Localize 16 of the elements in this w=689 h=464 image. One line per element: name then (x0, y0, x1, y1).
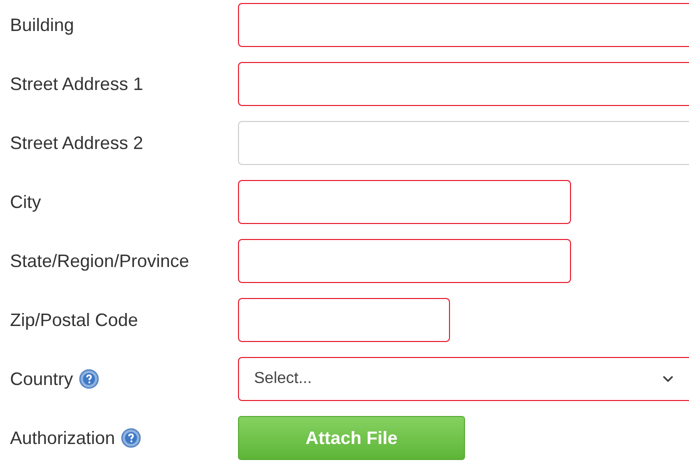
field-label: Street Address 2 (10, 132, 144, 154)
field-label: Street Address 1 (10, 72, 144, 96)
field-label: City (10, 190, 41, 214)
field-label: Country (10, 368, 74, 391)
text-field[interactable] (238, 62, 689, 106)
text-field[interactable] (238, 3, 689, 47)
help-icon[interactable] (79, 369, 100, 389)
help-icon[interactable] (121, 428, 142, 448)
field-label: Zip/Postal Code (10, 308, 138, 332)
country-select[interactable]: Select... (238, 357, 689, 401)
field-label: Authorization (10, 426, 116, 450)
text-field[interactable] (238, 239, 571, 283)
text-field[interactable] (238, 180, 571, 224)
field-label: Building (10, 14, 74, 37)
field-label: State/Region/Province (10, 250, 190, 273)
text-field[interactable] (238, 298, 450, 342)
